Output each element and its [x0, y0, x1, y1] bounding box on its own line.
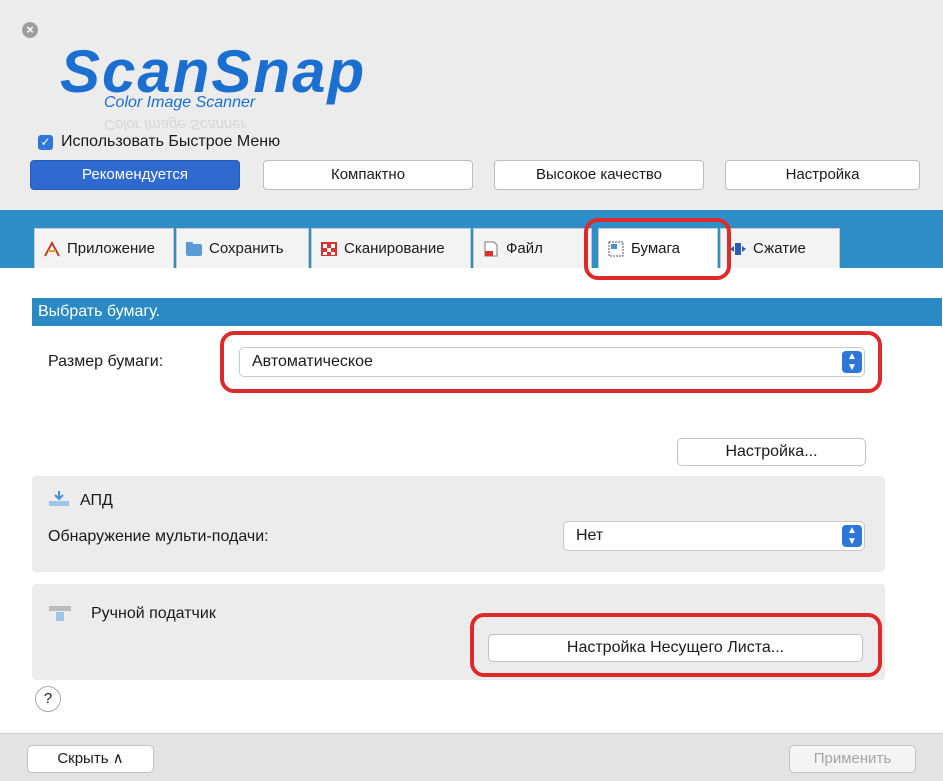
apply-button[interactable]: Применить [789, 745, 916, 773]
tab-scanning[interactable]: Сканирование [311, 228, 471, 268]
carrier-sheet-settings-button[interactable]: Настройка Несущего Листа... [488, 634, 863, 662]
adf-title: АПД [80, 492, 113, 509]
tab-paper-label: Бумага [631, 240, 680, 257]
select-arrows-icon: ▲ ▼ [842, 525, 862, 547]
tab-compression-label: Сжатие [753, 240, 806, 257]
tab-scanning-label: Сканирование [344, 240, 445, 257]
logo-main-text: ScanSnap [60, 38, 367, 105]
tab-save[interactable]: Сохранить [176, 228, 309, 268]
hide-button[interactable]: Скрыть ∧ [27, 745, 154, 773]
file-icon [484, 241, 498, 256]
tab-file-label: Файл [506, 240, 543, 257]
logo-sub-text: Color Image Scanner [104, 94, 256, 111]
paper-settings-button[interactable]: Настройка... [677, 438, 866, 466]
paper-icon [608, 241, 624, 256]
tab-file[interactable]: Файл [473, 228, 592, 268]
close-icon[interactable]: × [22, 22, 38, 38]
preset-recommended-button[interactable]: Рекомендуется [30, 160, 240, 190]
paper-size-select[interactable]: Автоматическое ▲ ▼ [239, 347, 865, 377]
scanning-icon [321, 241, 337, 256]
select-arrows-icon: ▲ ▼ [842, 351, 862, 373]
paper-section-title: Выбрать бумагу. [32, 298, 942, 326]
tab-paper[interactable]: Бумага [598, 228, 718, 268]
tab-save-label: Сохранить [209, 240, 284, 257]
application-icon [44, 240, 60, 256]
tab-application-label: Приложение [67, 240, 155, 257]
quick-menu-option[interactable]: ✓ Использовать Быстрое Меню [38, 133, 280, 151]
preset-compact-button[interactable]: Компактно [263, 160, 473, 190]
paper-size-value: Автоматическое [252, 353, 373, 370]
preset-high-quality-button[interactable]: Высокое качество [494, 160, 704, 190]
tab-compression[interactable]: Сжатие [720, 228, 840, 268]
preset-custom-button[interactable]: Настройка [725, 160, 920, 190]
manual-feeder-title: Ручной податчик [91, 605, 216, 622]
paper-size-label: Размер бумаги: [48, 353, 164, 370]
compression-icon [730, 242, 746, 255]
logo-reflection: Color Image Scanner [104, 116, 246, 133]
scansnap-logo: ScanSnap Color Image Scanner Color Image… [60, 38, 440, 134]
multifeed-select[interactable]: Нет ▲ ▼ [563, 521, 865, 551]
folder-icon [186, 241, 202, 256]
tab-application[interactable]: Приложение [34, 228, 174, 268]
adf-icon [49, 491, 69, 506]
manual-feeder-panel [32, 584, 885, 680]
multifeed-value: Нет [576, 527, 604, 544]
help-button[interactable]: ? [35, 686, 61, 712]
quick-menu-checkbox[interactable]: ✓ [38, 134, 53, 150]
manual-feeder-icon [49, 606, 71, 621]
multifeed-label: Обнаружение мульти-подачи: [48, 528, 269, 545]
quick-menu-label: Использовать Быстрое Меню [61, 133, 281, 150]
